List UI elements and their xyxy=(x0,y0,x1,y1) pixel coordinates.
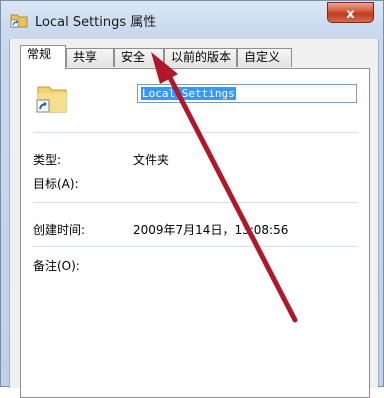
tab-general[interactable]: 常规 xyxy=(20,45,66,69)
type-label: 类型: xyxy=(33,153,62,167)
type-value: 文件夹 xyxy=(133,153,170,167)
separator xyxy=(33,246,358,247)
close-button[interactable]: x xyxy=(327,2,374,23)
folder-shortcut-icon xyxy=(36,86,67,113)
separator xyxy=(33,202,358,203)
folder-icon xyxy=(10,14,28,28)
note-label: 备注(O): xyxy=(33,259,80,273)
title-bar[interactable]: Local Settings 属性 x xyxy=(1,1,383,37)
dialog-body: 常规 共享 安全 以前的版本 自定义 Local Settings 类型: 文件… xyxy=(9,39,379,398)
created-label: 创建时间: xyxy=(33,223,86,237)
target-label: 目标(A): xyxy=(33,177,79,191)
tab-customize[interactable]: 自定义 xyxy=(237,48,292,67)
tab-previous-versions[interactable]: 以前的版本 xyxy=(164,48,237,67)
folder-name-input[interactable]: Local Settings xyxy=(137,84,357,103)
tab-sharing[interactable]: 共享 xyxy=(66,48,114,67)
folder-name-selection: Local Settings xyxy=(141,87,236,100)
window-title: Local Settings 属性 xyxy=(35,15,157,30)
general-panel: Local Settings 类型: 文件夹 目标(A): 创建时间: 2009… xyxy=(20,68,370,398)
tab-security[interactable]: 安全 xyxy=(114,48,164,67)
close-icon: x xyxy=(346,7,355,22)
properties-window: Local Settings 属性 x 常规 共享 安全 以前的版本 自定义 L… xyxy=(0,0,384,398)
created-value: 2009年7月14日，13:08:56 xyxy=(133,223,289,237)
separator xyxy=(33,132,358,133)
